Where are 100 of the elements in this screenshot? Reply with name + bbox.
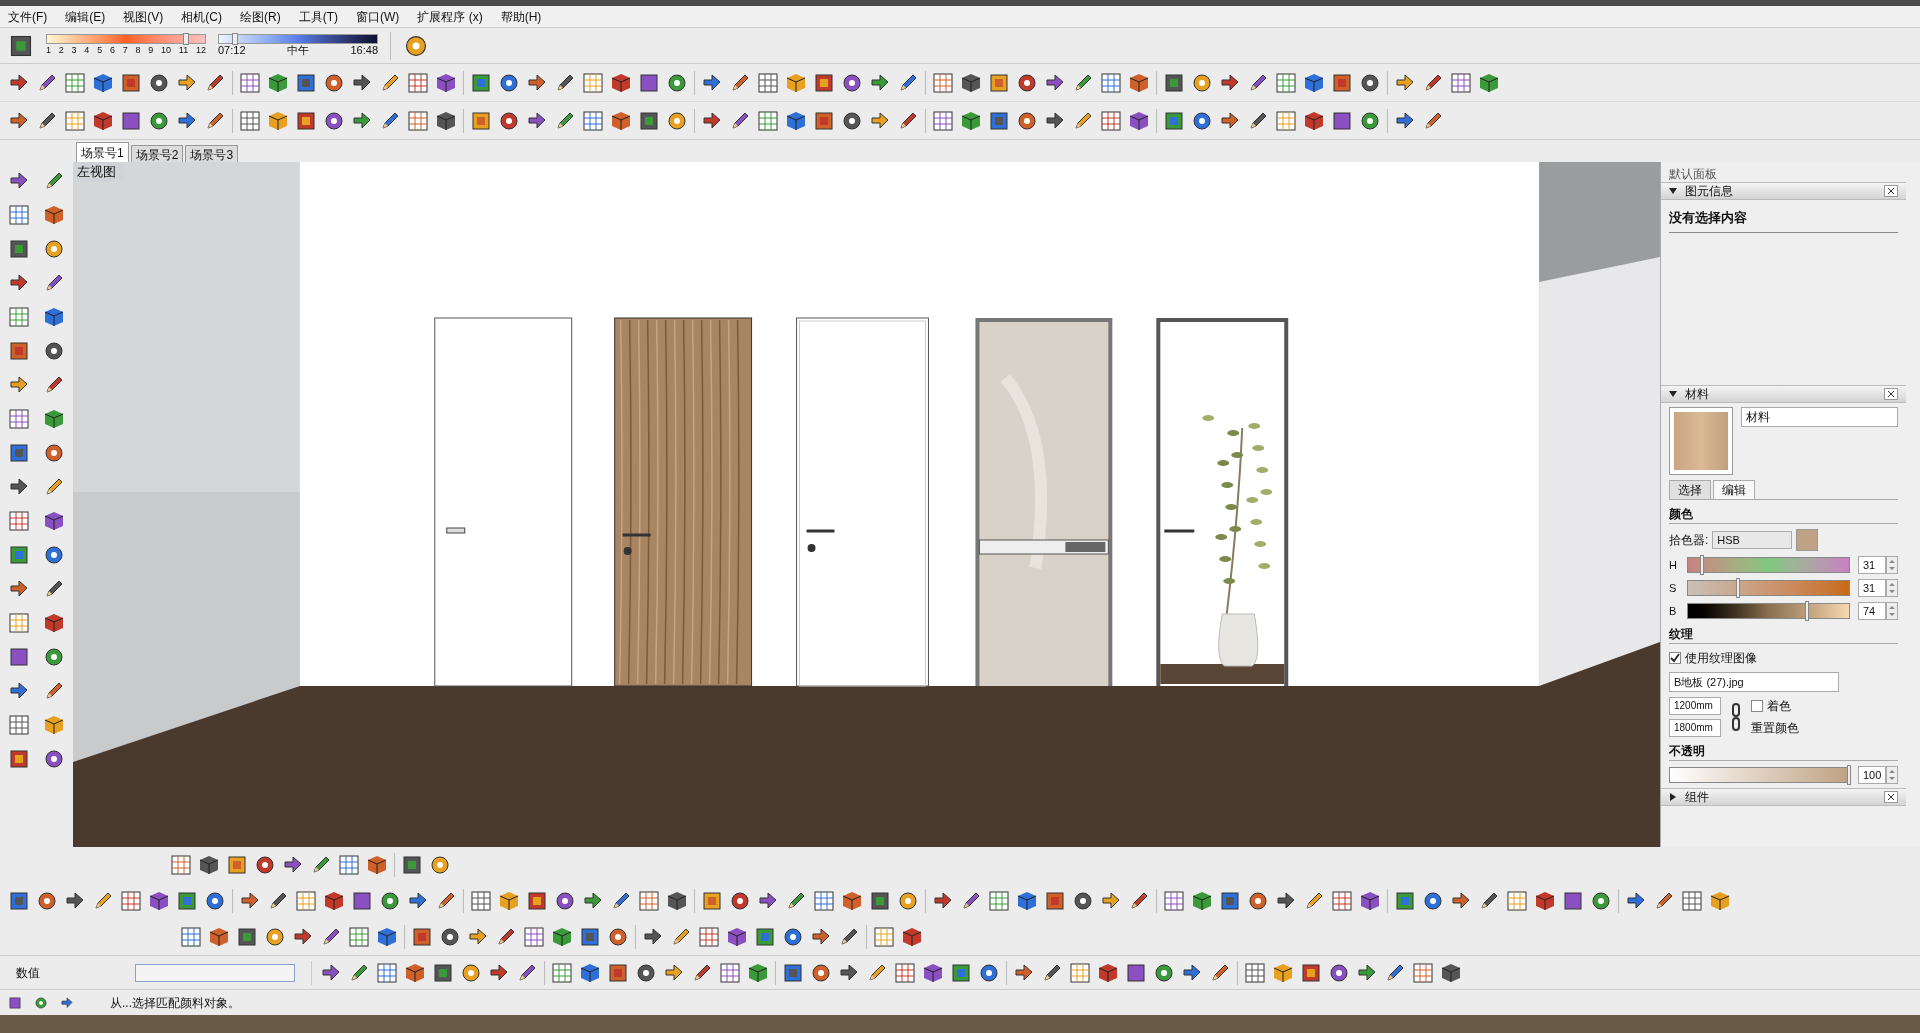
close-button[interactable]: [1884, 791, 1898, 803]
cube-icon[interactable]: [208, 926, 230, 948]
square-icon[interactable]: [120, 109, 142, 132]
grid-icon[interactable]: [338, 854, 360, 876]
cube-icon[interactable]: [1272, 961, 1294, 984]
cube-icon[interactable]: [666, 890, 688, 912]
number-field[interactable]: 31: [1858, 556, 1886, 574]
cube-icon[interactable]: [42, 510, 65, 532]
cube-icon[interactable]: [1440, 961, 1462, 984]
square-icon[interactable]: [236, 926, 258, 948]
menu-item[interactable]: 绘图(R): [240, 7, 281, 26]
number-field[interactable]: 100: [1858, 766, 1886, 784]
grid-icon[interactable]: [120, 890, 142, 912]
color-swatch[interactable]: [1796, 529, 1819, 551]
circle-icon[interactable]: [1328, 961, 1350, 984]
grid-icon[interactable]: [239, 109, 261, 132]
grid-icon[interactable]: [1100, 71, 1122, 94]
cube-icon[interactable]: [376, 926, 398, 948]
circle-icon[interactable]: [42, 442, 65, 464]
circle-icon[interactable]: [1191, 71, 1213, 94]
square-icon[interactable]: [120, 71, 142, 94]
circle-icon[interactable]: [148, 71, 170, 94]
cube-icon[interactable]: [148, 890, 170, 912]
square-icon[interactable]: [1331, 109, 1353, 132]
cube-icon[interactable]: [42, 306, 65, 328]
spinner-arrows-icon[interactable]: [1886, 766, 1898, 784]
square-icon[interactable]: [8, 442, 30, 464]
square-icon[interactable]: [295, 71, 317, 94]
spinner-arrows-icon[interactable]: [1886, 579, 1898, 597]
square-icon[interactable]: [1125, 961, 1147, 984]
menu-item[interactable]: 帮助(H): [500, 7, 542, 26]
grid-icon[interactable]: [64, 71, 86, 94]
circle-icon[interactable]: [323, 109, 345, 132]
cube-icon[interactable]: [1303, 109, 1325, 132]
grid-icon[interactable]: [1275, 71, 1297, 94]
slider-thumb[interactable]: [231, 33, 238, 45]
link-chain-icon[interactable]: [1729, 702, 1743, 732]
square-icon[interactable]: [8, 340, 30, 362]
square-icon[interactable]: [351, 890, 373, 912]
pencil-icon[interactable]: [1303, 890, 1325, 912]
slider-track[interactable]: [1687, 603, 1850, 619]
menu-item[interactable]: 窗口(W): [356, 7, 400, 26]
menu-item[interactable]: 相机(C): [181, 7, 222, 26]
grid-icon[interactable]: [1275, 109, 1297, 132]
pencil-icon[interactable]: [610, 890, 632, 912]
grid-icon[interactable]: [470, 890, 492, 912]
grid-icon[interactable]: [376, 961, 398, 984]
circle-icon[interactable]: [841, 71, 863, 94]
circle-icon[interactable]: [429, 854, 451, 876]
reset-color-button[interactable]: 重置颜色: [1751, 719, 1799, 737]
square-icon[interactable]: [526, 890, 548, 912]
square-icon[interactable]: [1300, 961, 1322, 984]
cube-icon[interactable]: [1128, 109, 1150, 132]
square-icon[interactable]: [295, 109, 317, 132]
pencil-icon[interactable]: [838, 926, 860, 948]
grid-icon[interactable]: [1163, 890, 1185, 912]
circle-icon[interactable]: [42, 748, 65, 770]
menu-item[interactable]: 编辑(E): [65, 7, 106, 26]
circle-icon[interactable]: [42, 340, 65, 362]
cube-icon[interactable]: [1534, 890, 1556, 912]
square-icon[interactable]: [988, 109, 1010, 132]
cube-icon[interactable]: [785, 71, 807, 94]
circle-icon[interactable]: [1016, 71, 1038, 94]
circle-icon[interactable]: [1359, 71, 1381, 94]
square-icon[interactable]: [8, 238, 30, 260]
menu-item[interactable]: 工具(T): [298, 7, 338, 26]
circle-icon[interactable]: [36, 890, 58, 912]
number-field[interactable]: 31: [1858, 579, 1886, 597]
cube-icon[interactable]: [267, 71, 289, 94]
square-icon[interactable]: [8, 995, 22, 1010]
pencil-icon[interactable]: [435, 890, 457, 912]
cube-icon[interactable]: [610, 109, 632, 132]
grid-icon[interactable]: [1100, 109, 1122, 132]
cube-icon[interactable]: [366, 854, 388, 876]
cube-icon[interactable]: [498, 890, 520, 912]
texture-file-field[interactable]: B地板 (27).jpg: [1669, 672, 1839, 692]
grid-icon[interactable]: [1331, 890, 1353, 912]
grid-icon[interactable]: [1412, 961, 1434, 984]
square-icon[interactable]: [8, 544, 30, 566]
close-button[interactable]: [1884, 388, 1898, 400]
texture-width-field[interactable]: 1200mm: [1669, 697, 1721, 715]
circle-icon[interactable]: [1422, 890, 1444, 912]
grid-icon[interactable]: [523, 926, 545, 948]
cube-icon[interactable]: [323, 890, 345, 912]
panel-section-header[interactable]: 图元信息: [1661, 182, 1906, 200]
grid-icon[interactable]: [8, 306, 30, 328]
grid-icon[interactable]: [582, 71, 604, 94]
pencil-icon[interactable]: [960, 890, 982, 912]
cube-icon[interactable]: [901, 926, 923, 948]
grid-icon[interactable]: [8, 204, 30, 226]
cube-icon[interactable]: [1097, 961, 1119, 984]
square-icon[interactable]: [411, 926, 433, 948]
grid-icon[interactable]: [894, 961, 916, 984]
arrow-icon[interactable]: [60, 995, 74, 1010]
grid-icon[interactable]: [698, 926, 720, 948]
grid-icon[interactable]: [64, 109, 86, 132]
material-name-field[interactable]: 材料: [1741, 407, 1898, 427]
cube-icon[interactable]: [42, 714, 65, 736]
square-icon[interactable]: [432, 961, 454, 984]
grid-icon[interactable]: [348, 926, 370, 948]
